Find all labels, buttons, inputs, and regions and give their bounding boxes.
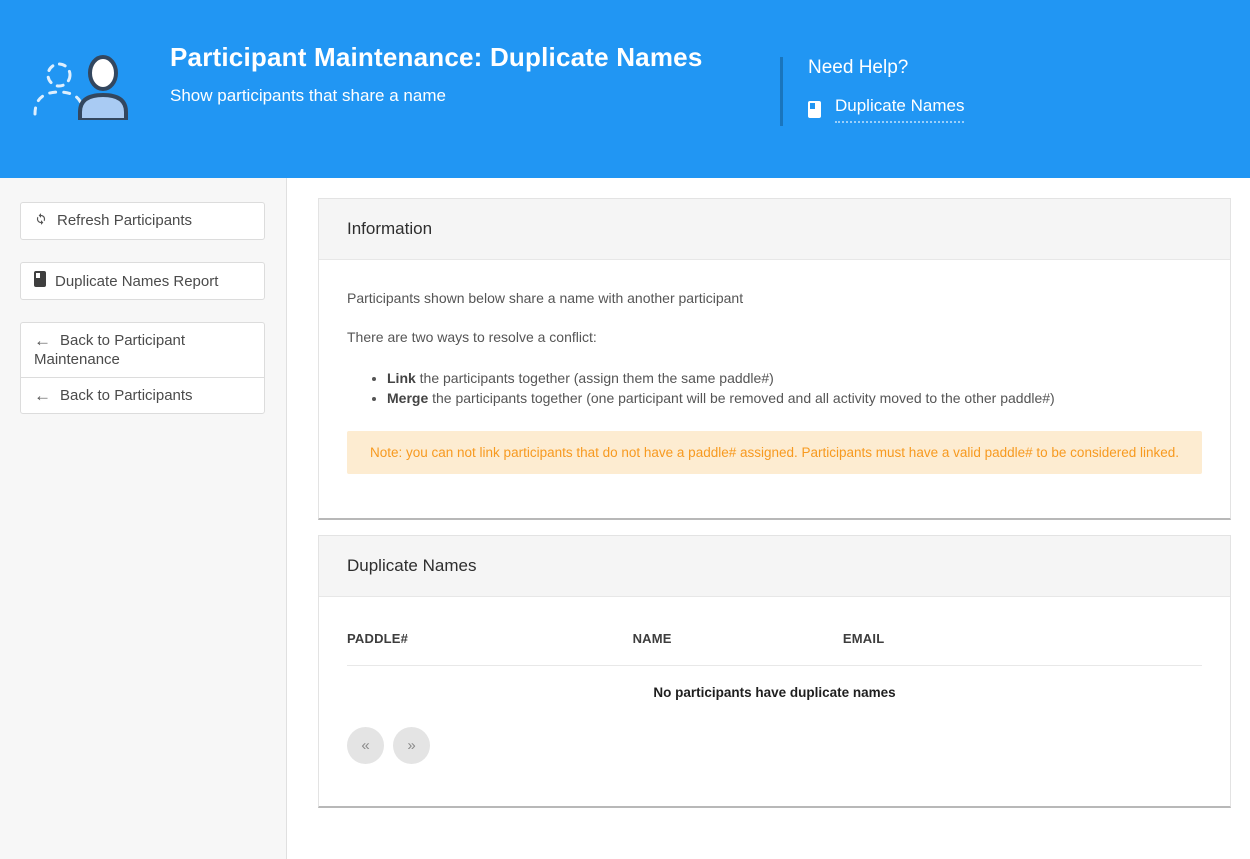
back-to-participant-maintenance-button[interactable]: ←Back to Participant Maintenance <box>20 322 265 378</box>
empty-state-row: No participants have duplicate names <box>347 665 1202 727</box>
arrow-left-icon: ← <box>34 331 51 350</box>
refresh-participants-label: Refresh Participants <box>57 212 192 229</box>
column-header-name: NAME <box>633 597 843 666</box>
book-icon <box>808 101 821 118</box>
duplicate-names-report-button[interactable]: Duplicate Names Report <box>20 262 265 300</box>
need-help-section: Need Help? Duplicate Names <box>780 57 964 126</box>
duplicate-names-panel-body: PADDLE# NAME EMAIL No participants have … <box>319 597 1230 806</box>
pagination: « » <box>347 727 1202 764</box>
refresh-participants-button[interactable]: Refresh Participants <box>20 202 265 240</box>
link-term: Link <box>387 370 416 386</box>
back-navigation-group: ←Back to Participant Maintenance ←Back t… <box>20 322 266 414</box>
information-panel-title: Information <box>319 199 1230 260</box>
info-line-1: Participants shown below share a name wi… <box>347 288 1202 308</box>
report-book-icon <box>34 271 46 287</box>
page-subtitle: Show participants that share a name <box>170 86 702 106</box>
table-header-row: PADDLE# NAME EMAIL <box>347 597 1202 666</box>
merge-term: Merge <box>387 390 428 406</box>
duplicate-names-panel: Duplicate Names PADDLE# NAME EMAIL No pa… <box>318 535 1231 808</box>
duplicate-names-panel-title: Duplicate Names <box>319 536 1230 597</box>
merge-description: the participants together (one participa… <box>428 390 1054 406</box>
need-help-link-label: Duplicate Names <box>835 96 964 123</box>
page-header: Participant Maintenance: Duplicate Names… <box>0 0 1250 178</box>
back-to-participants-button[interactable]: ← Back to Participants <box>20 377 265 414</box>
need-help-duplicate-names-link[interactable]: Duplicate Names <box>808 96 964 123</box>
information-panel: Information Participants shown below sha… <box>318 198 1231 520</box>
duplicate-names-report-label: Duplicate Names Report <box>55 273 218 290</box>
page-title: Participant Maintenance: Duplicate Names <box>170 42 702 73</box>
column-header-paddle: PADDLE# <box>347 597 633 666</box>
refresh-icon <box>34 212 48 231</box>
information-panel-body: Participants shown below share a name wi… <box>319 260 1230 518</box>
info-line-2: There are two ways to resolve a conflict… <box>347 327 1202 347</box>
pagination-next-button[interactable]: » <box>393 727 430 764</box>
need-help-title: Need Help? <box>808 57 964 79</box>
link-description: the participants together (assign them t… <box>416 370 774 386</box>
column-header-email: EMAIL <box>843 597 1202 666</box>
duplicate-names-table: PADDLE# NAME EMAIL No participants have … <box>347 597 1202 727</box>
empty-state-message: No participants have duplicate names <box>347 665 1202 727</box>
list-item-merge: Merge the participants together (one par… <box>387 388 1202 408</box>
arrow-left-icon: ← <box>34 386 51 405</box>
back-to-participants-label: Back to Participants <box>60 387 193 404</box>
main-content: Information Participants shown below sha… <box>287 178 1250 859</box>
pagination-prev-button[interactable]: « <box>347 727 384 764</box>
conflict-options-list: Link the participants together (assign t… <box>347 368 1202 408</box>
duplicate-participants-icon <box>28 50 138 125</box>
back-to-participant-maintenance-label: Back to Participant Maintenance <box>34 332 185 368</box>
person-duo-icon <box>28 50 138 120</box>
paddle-note-alert: Note: you can not link participants that… <box>347 431 1202 474</box>
sidebar: Refresh Participants Duplicate Names Rep… <box>0 178 287 859</box>
list-item-link: Link the participants together (assign t… <box>387 368 1202 388</box>
